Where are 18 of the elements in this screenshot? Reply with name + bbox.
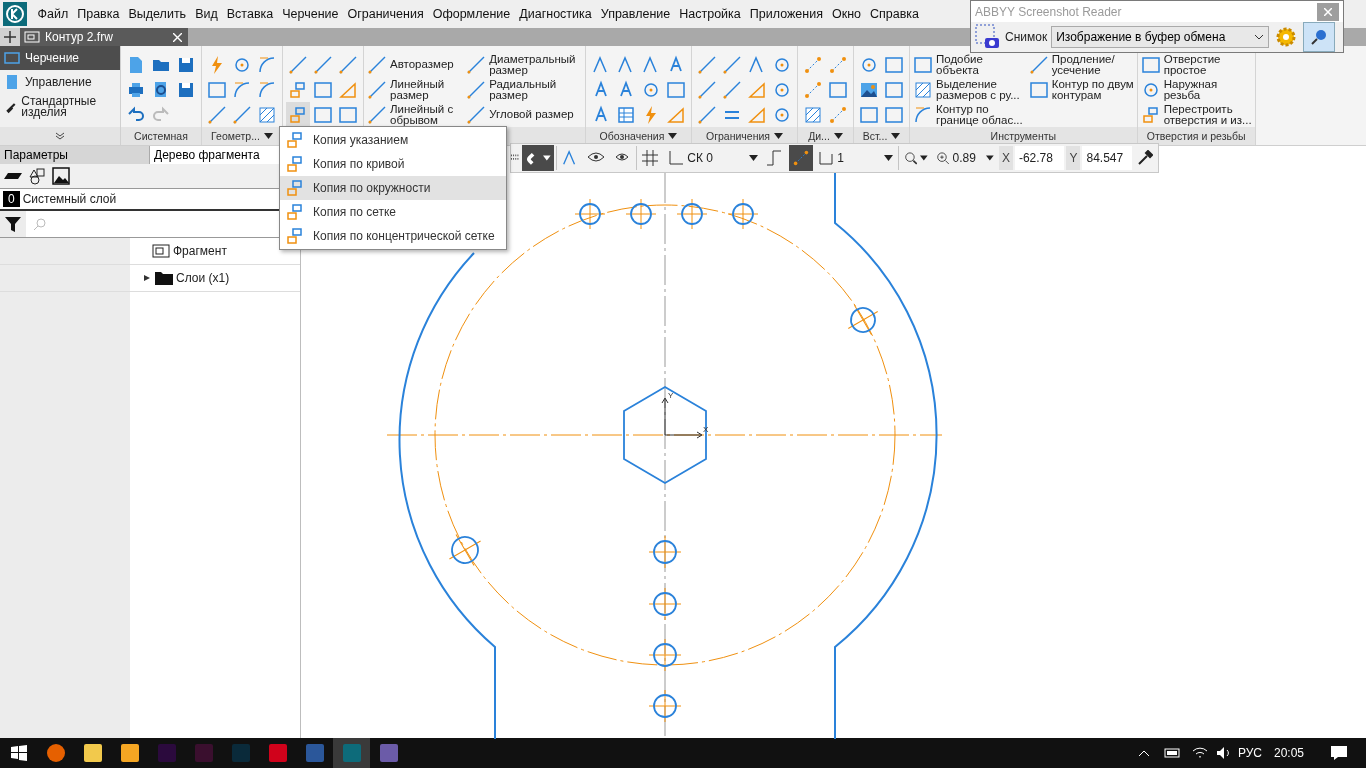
group-title: Отверстия и резьбы	[1146, 130, 1246, 142]
tree-label: Фрагмент	[173, 244, 227, 258]
tree-label: Слои (x1)	[176, 271, 230, 285]
group-title: Вст...	[862, 130, 888, 142]
group-title: Инструменты	[990, 130, 1057, 142]
group-title: Ди...	[808, 130, 830, 142]
capture-label: Снимок	[1005, 30, 1048, 44]
axis-label: X	[703, 425, 709, 434]
layer-name: Системный слой	[22, 192, 117, 206]
x-label: X	[998, 146, 1013, 170]
group-title: Системная	[134, 130, 188, 142]
group-title: Геометр...	[211, 130, 260, 142]
layer-number: 0	[3, 191, 20, 207]
group-title: Обозначения	[599, 130, 665, 142]
y-label: Y	[1066, 146, 1081, 170]
window-title: ABBYY Screenshot Reader	[975, 4, 1122, 19]
group-title: Ограничения	[706, 130, 770, 142]
axis-label: Y	[668, 391, 674, 400]
